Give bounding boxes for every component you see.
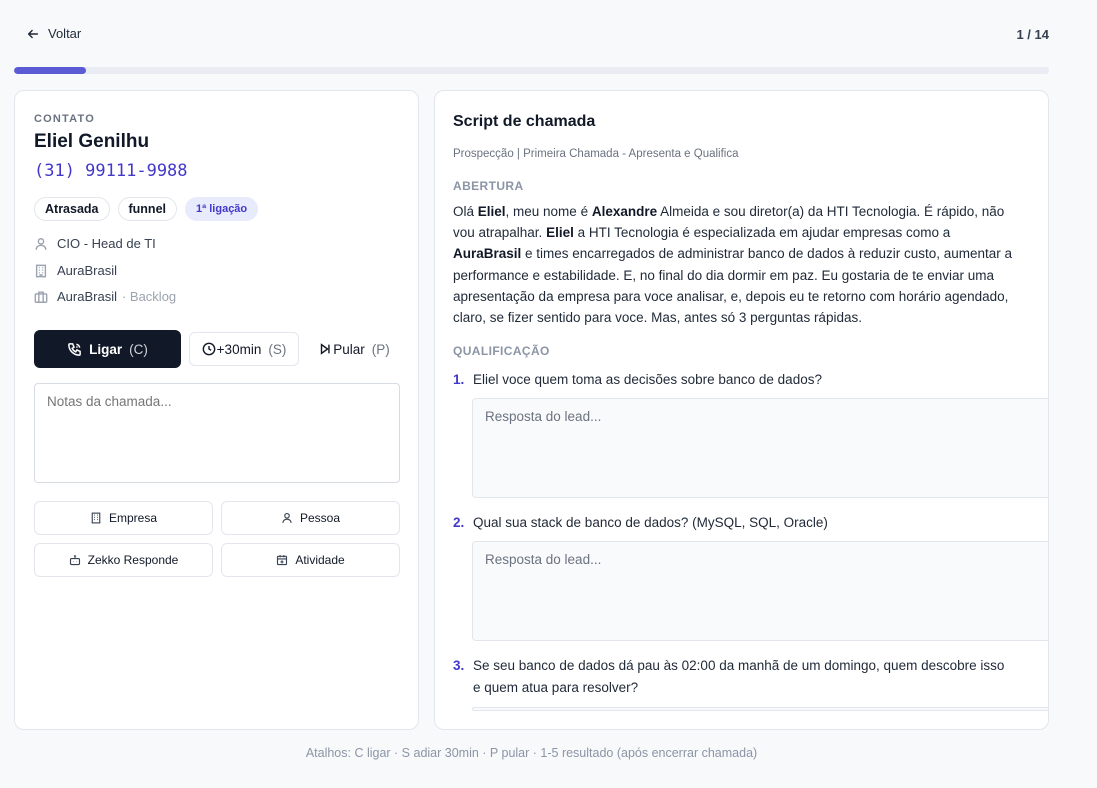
contact-role: CIO - Head de TI: [57, 236, 156, 251]
calendar-plus-icon: [277, 555, 288, 566]
contact-account[interactable]: AuraBrasil: [57, 289, 117, 304]
contact-section-label: CONTATO: [34, 113, 95, 125]
call-shortcut: (C): [129, 341, 148, 357]
shortcuts-hint: Atalhos: C ligar · S adiar 30min · P pul…: [305, 746, 758, 760]
top-bar: Voltar 1 / 14: [14, 0, 1049, 70]
zekko-button-label: Zekko Responde: [87, 553, 179, 567]
question-number: 2.: [453, 515, 465, 530]
question-item: 1. Eliel voce quem toma as decisões sobr…: [453, 369, 1013, 391]
opening-text: Olá Eliel, meu nome é Alexandre Almeida …: [453, 204, 1013, 326]
activity-button[interactable]: Atividade: [221, 543, 400, 577]
zekko-responde-button[interactable]: Zekko Responde: [34, 543, 213, 577]
contact-role-row: CIO - Head de TI: [34, 236, 156, 251]
tag-funnel: funnel: [117, 197, 177, 221]
skip-button[interactable]: Pular (P): [309, 330, 399, 368]
tag-list: Atrasada funnel 1ª ligação: [34, 197, 259, 221]
company-button[interactable]: Empresa: [34, 501, 213, 535]
arrow-left-icon: [27, 29, 39, 38]
contact-account-row: AuraBrasil · Backlog: [34, 289, 176, 304]
contact-phone[interactable]: (31) 99111-9988: [34, 161, 188, 181]
activity-button-label: Atividade: [295, 553, 345, 567]
contact-card: CONTATO Eliel Genilhu (31) 99111-9988 At…: [14, 90, 419, 730]
snooze-label: +30min: [216, 341, 262, 357]
building-icon: [35, 264, 47, 277]
back-button[interactable]: Voltar: [26, 26, 81, 41]
progress-fill: [14, 67, 87, 74]
briefcase-icon: [34, 290, 48, 303]
person-button-label: Pessoa: [299, 511, 341, 525]
opening-heading: ABERTURA: [453, 179, 524, 193]
call-button[interactable]: Ligar (C): [34, 330, 181, 368]
answer-input[interactable]: Resposta do lead...: [472, 398, 1048, 498]
question-number: 1.: [453, 372, 465, 387]
answer-input[interactable]: Resposta do lead...: [472, 541, 1048, 641]
person-button[interactable]: Pessoa: [221, 501, 400, 535]
answer-input[interactable]: [472, 707, 1048, 711]
snooze-button[interactable]: +30min (S): [189, 332, 299, 366]
tag-overdue: Atrasada: [34, 197, 110, 221]
queue-counter: 1 / 14: [1016, 27, 1049, 42]
company-button-label: Empresa: [108, 511, 158, 525]
call-label: Ligar: [89, 341, 123, 357]
call-notes-input[interactable]: [34, 383, 400, 483]
skip-label: Pular: [333, 341, 365, 357]
person-icon: [282, 512, 292, 523]
script-title: Script de chamada: [453, 113, 596, 130]
building-icon: [91, 512, 101, 524]
back-label: Voltar: [48, 26, 82, 41]
question-number: 3.: [453, 658, 465, 673]
question-text: Eliel voce quem toma as decisões sobre b…: [473, 372, 822, 387]
contact-name: Eliel Genilhu: [34, 131, 150, 152]
snooze-shortcut: (S): [268, 341, 287, 357]
contact-company: AuraBrasil: [57, 263, 117, 278]
person-icon: [35, 237, 47, 250]
contact-company-row: AuraBrasil: [34, 263, 117, 278]
progress-bar: [14, 67, 1049, 74]
bot-icon: [69, 555, 80, 566]
clock-icon: [202, 342, 216, 356]
question-item: 3. Se seu banco de dados dá pau às 02:00…: [453, 655, 1013, 699]
script-subtitle: Prospecção | Primeira Chamada - Apresent…: [453, 148, 739, 160]
qualification-heading: QUALIFICAÇÃO: [453, 344, 550, 358]
account-status: · Backlog: [121, 289, 177, 304]
question-text: Qual sua stack de banco de dados? (MySQL…: [473, 515, 828, 530]
skip-forward-icon: [321, 343, 330, 355]
question-item: 2. Qual sua stack de banco de dados? (My…: [453, 512, 1013, 534]
phone-icon: [68, 342, 81, 356]
call-script-card: Script de chamada Prospecção | Primeira …: [434, 90, 1049, 730]
skip-shortcut: (P): [371, 341, 390, 357]
question-text: Se seu banco de dados dá pau às 02:00 da…: [473, 658, 1005, 695]
tag-first-call: 1ª ligação: [185, 197, 259, 221]
